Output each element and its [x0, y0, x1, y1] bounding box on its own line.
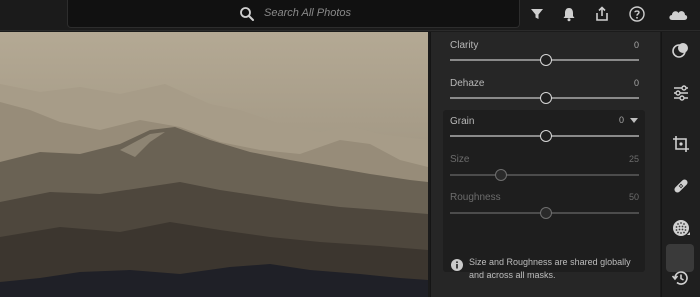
size-value[interactable]: 25	[610, 154, 639, 164]
adjust-sliders-icon[interactable]	[671, 83, 691, 103]
mask-icon[interactable]	[671, 40, 691, 60]
info-icon	[451, 259, 463, 271]
roughness-value[interactable]: 50	[610, 192, 639, 202]
search-input[interactable]: Search All Photos	[264, 7, 351, 19]
clarity-slider-thumb[interactable]	[540, 54, 552, 66]
grain-slider-thumb[interactable]	[540, 130, 552, 142]
grain-label: Grain	[450, 116, 475, 127]
size-slider-thumb[interactable]	[495, 169, 507, 181]
grain-info-text: Size and Roughness are shared globally a…	[469, 257, 631, 280]
history-icon[interactable]	[671, 268, 691, 288]
clarity-label: Clarity	[450, 40, 479, 51]
search-icon	[240, 7, 254, 21]
grain-value[interactable]: 0	[600, 115, 624, 125]
crop-icon[interactable]	[671, 134, 691, 154]
top-bar: Search All Photos	[0, 0, 700, 31]
dehaze-value[interactable]: 0	[610, 78, 639, 88]
roughness-label: Roughness	[450, 192, 501, 203]
filter-icon[interactable]	[528, 5, 546, 23]
roughness-slider-thumb[interactable]	[540, 207, 552, 219]
chevron-down-icon[interactable]	[630, 118, 638, 124]
mountain-photo	[0, 32, 428, 297]
clarity-value[interactable]: 0	[610, 40, 639, 50]
dehaze-slider-thumb[interactable]	[540, 92, 552, 104]
bell-icon[interactable]	[560, 5, 578, 23]
size-slider-track[interactable]	[450, 174, 639, 176]
grain-effects-icon[interactable]	[671, 218, 691, 238]
search-bar[interactable]: Search All Photos	[67, 0, 520, 28]
size-label: Size	[450, 154, 470, 165]
help-icon[interactable]	[628, 5, 646, 23]
healing-icon[interactable]	[671, 176, 691, 196]
cloud-icon[interactable]	[666, 5, 690, 23]
share-icon[interactable]	[593, 5, 611, 23]
dehaze-label: Dehaze	[450, 78, 485, 89]
tool-strip	[661, 32, 700, 297]
photo-canvas[interactable]	[0, 32, 428, 297]
